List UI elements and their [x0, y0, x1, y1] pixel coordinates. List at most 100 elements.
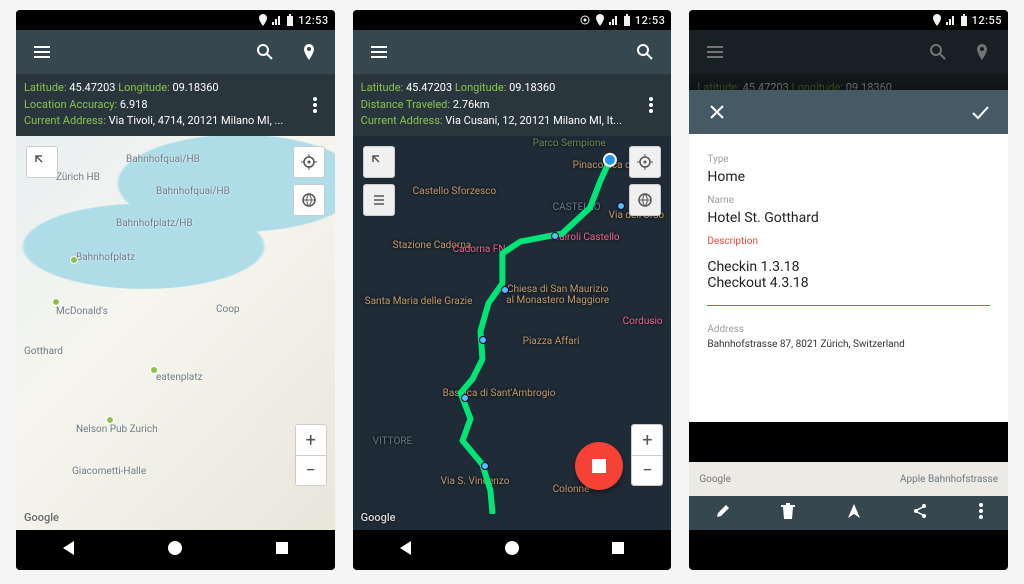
nav-back-button[interactable] [60, 539, 78, 561]
menu-button[interactable] [697, 34, 733, 70]
search-icon [928, 42, 948, 62]
status-bar: 12:53 [16, 10, 335, 30]
stop-icon [592, 459, 606, 473]
nav-home-button[interactable] [503, 539, 521, 561]
description-input[interactable]: Checkin 1.3.18 Checkout 4.3.18 [707, 259, 990, 306]
navigate-button[interactable] [846, 503, 862, 523]
map-poi: Gotthard [24, 346, 63, 357]
name-label: Name [707, 195, 990, 206]
globe-icon [301, 192, 317, 208]
zoom-in-button[interactable]: + [632, 425, 662, 455]
map-view[interactable]: Bahnhofquai/HB Zürich HB Bahnhofquai/HB … [16, 136, 335, 531]
home-circle-icon [503, 539, 521, 557]
battery-icon [623, 14, 631, 26]
place-action-bar [689, 496, 1008, 530]
map-peek-strip[interactable]: Google Apple Bahnhofstrasse [689, 462, 1008, 496]
nav-back-button[interactable] [397, 539, 415, 561]
share-icon [912, 503, 928, 519]
status-time: 12:55 [972, 14, 1002, 27]
nav-recent-button[interactable] [609, 539, 627, 561]
nav-home-button[interactable] [166, 539, 184, 561]
battery-icon [960, 14, 968, 26]
close-icon [708, 103, 726, 121]
expand-icon [371, 154, 387, 170]
edit-button[interactable] [715, 503, 731, 523]
location-pin-icon [932, 14, 942, 26]
search-button[interactable] [247, 34, 283, 70]
nav-recent-button[interactable] [273, 539, 291, 561]
search-icon [255, 42, 275, 62]
phone-screen-2: 12:53 Latitude: 45.47203 Longitude: 09.1… [353, 10, 672, 570]
more-vert-icon [313, 97, 317, 113]
signal-icon [946, 15, 956, 25]
my-location-button[interactable] [293, 146, 325, 178]
map-poi: McDonald's [56, 306, 108, 317]
expand-button[interactable] [26, 146, 58, 178]
action-overflow-button[interactable] [979, 503, 983, 523]
place-pin-icon [299, 42, 319, 62]
type-value[interactable]: Home [707, 169, 990, 185]
info-overflow-button[interactable] [639, 87, 663, 123]
status-bar: 12:53 [353, 10, 672, 30]
status-time: 12:53 [635, 14, 665, 27]
hamburger-icon [369, 42, 389, 62]
my-location-button[interactable] [629, 146, 661, 178]
name-value[interactable]: Hotel St. Gotthard [707, 210, 990, 226]
map-poi: eatenplatz [156, 372, 203, 383]
globe-icon [637, 192, 653, 208]
target-icon [579, 14, 591, 26]
back-triangle-icon [60, 539, 78, 557]
crosshair-icon [301, 154, 317, 170]
zoom-controls: + − [295, 424, 327, 486]
app-bar [16, 30, 335, 74]
card-header [689, 90, 1008, 134]
address-value: Bahnhofstrasse 87, 8021 Zürich, Switzerl… [707, 339, 990, 350]
signal-icon [609, 15, 619, 25]
battery-icon [286, 14, 294, 26]
stop-tracking-fab[interactable] [575, 442, 623, 490]
map-view[interactable]: Parco Sempione Pinacoteca di B Castello … [353, 136, 672, 531]
menu-button[interactable] [361, 34, 397, 70]
map-poi: Coop [216, 304, 240, 315]
signal-icon [272, 15, 282, 25]
confirm-button[interactable] [962, 94, 998, 130]
location-info-panel: Latitude: 45.47203 Longitude: 09.18360 D… [353, 74, 672, 136]
map-type-button[interactable] [293, 184, 325, 216]
app-bar [689, 30, 1008, 74]
phone-screen-3: 12:55 Latitude: 45.47203 Longitude: 09.1… [689, 10, 1008, 570]
delete-button[interactable] [781, 503, 795, 523]
map-poi: Bahnhofplatz [76, 252, 135, 263]
recent-square-icon [273, 539, 291, 557]
location-pin-icon [595, 14, 605, 26]
status-time: 12:53 [298, 14, 328, 27]
route-path [353, 136, 672, 514]
share-button[interactable] [912, 503, 928, 523]
add-place-button[interactable] [291, 34, 327, 70]
address-label: Address [707, 324, 990, 335]
type-label: Type [707, 154, 990, 165]
search-button[interactable] [627, 34, 663, 70]
search-icon [635, 42, 655, 62]
home-circle-icon [166, 539, 184, 557]
edit-place-card: Type Home Name Hotel St. Gotthard Descri… [689, 90, 1008, 422]
zoom-in-button[interactable]: + [296, 425, 326, 455]
hamburger-icon [32, 42, 52, 62]
map-type-button[interactable] [629, 184, 661, 216]
more-vert-icon [649, 97, 653, 113]
pencil-icon [715, 503, 731, 519]
app-bar [353, 30, 672, 74]
menu-button[interactable] [24, 34, 60, 70]
close-button[interactable] [699, 94, 735, 130]
google-attribution: Google [24, 511, 59, 524]
map-poi: Giacometti-Halle [72, 466, 146, 477]
zoom-out-button[interactable]: − [632, 455, 662, 485]
list-button[interactable] [363, 184, 395, 216]
location-info-panel: Latitude: 45.47203 Longitude: 09.18360 L… [16, 74, 335, 136]
recent-square-icon [609, 539, 627, 557]
info-overflow-button[interactable] [303, 87, 327, 123]
expand-button[interactable] [363, 146, 395, 178]
android-nav-bar [353, 530, 672, 570]
search-button[interactable] [920, 34, 956, 70]
add-place-button[interactable] [964, 34, 1000, 70]
zoom-out-button[interactable]: − [296, 455, 326, 485]
